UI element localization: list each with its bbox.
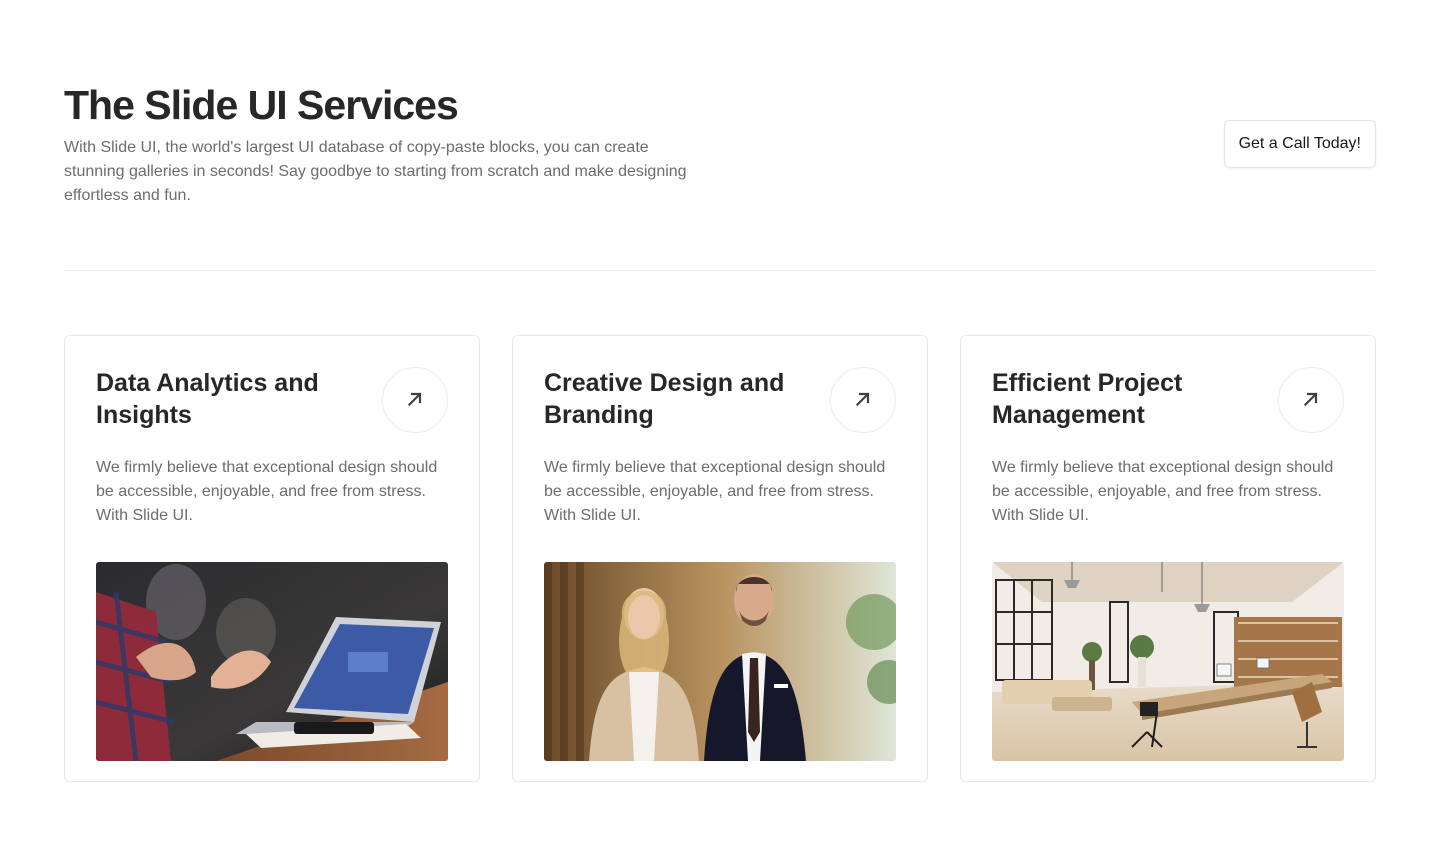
card-head: Data Analytics and Insights — [96, 367, 448, 433]
open-service-button[interactable] — [830, 367, 896, 433]
card-description: We firmly believe that exceptional desig… — [992, 459, 1334, 524]
arrow-up-right-icon — [1302, 390, 1320, 411]
page-subtitle: With Slide UI, the world's largest UI da… — [64, 139, 687, 204]
card-title: Creative Design and Branding — [544, 369, 785, 429]
business-people-image — [544, 562, 896, 761]
arrow-up-right-icon — [406, 390, 424, 411]
arrow-up-right-icon — [854, 390, 872, 411]
card-description: We firmly believe that exceptional desig… — [96, 459, 438, 524]
open-service-button[interactable] — [382, 367, 448, 433]
get-a-call-button[interactable]: Get a Call Today! — [1223, 120, 1376, 168]
services-page: The Slide UI Services With Slide UI, the… — [0, 0, 1440, 863]
page-title: The Slide UI Services — [64, 82, 459, 128]
card-description: We firmly believe that exceptional desig… — [544, 459, 886, 524]
service-card-data-analytics: Data Analytics and Insights We firmly be… — [64, 335, 480, 782]
office-interior-image — [992, 562, 1344, 761]
service-card-project-management: Efficient Project Management We firmly b… — [960, 335, 1376, 782]
meeting-laptop-image — [96, 562, 448, 761]
services-cards: Data Analytics and Insights We firmly be… — [64, 335, 1376, 782]
open-service-button[interactable] — [1278, 367, 1344, 433]
card-title: Efficient Project Management — [992, 369, 1183, 429]
card-head: Creative Design and Branding — [544, 367, 896, 433]
card-title: Data Analytics and Insights — [96, 369, 319, 429]
services-header: The Slide UI Services With Slide UI, the… — [64, 0, 1376, 271]
card-head: Efficient Project Management — [992, 367, 1344, 433]
service-card-creative-design: Creative Design and Branding We firmly b… — [512, 335, 928, 782]
